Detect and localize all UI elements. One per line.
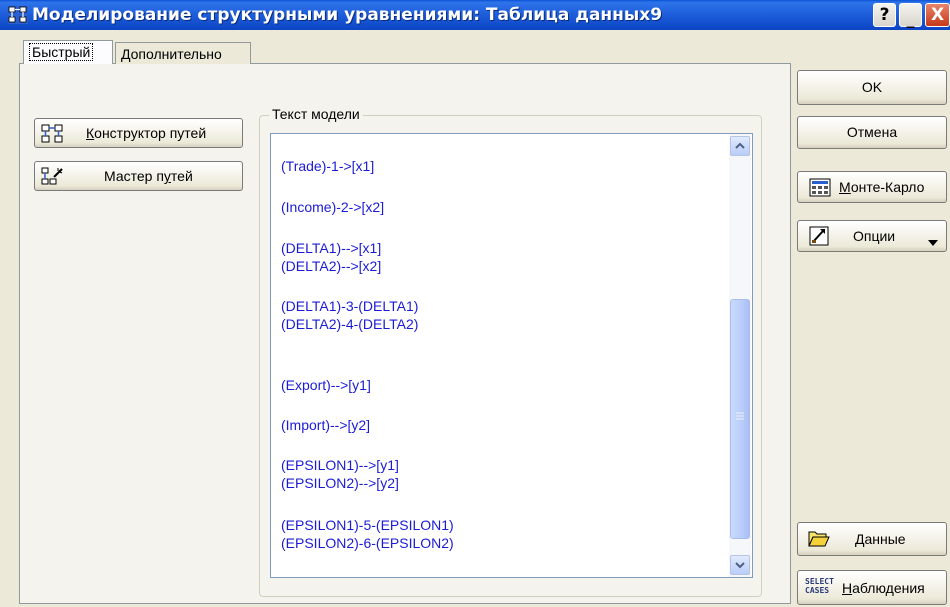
vertical-scrollbar[interactable]	[729, 134, 751, 577]
data-button[interactable]: Данные	[797, 522, 947, 556]
path-wizard-icon	[41, 167, 63, 187]
options-icon	[809, 226, 829, 249]
open-folder-icon	[808, 528, 830, 551]
model-line: (Export)-->[y1]	[281, 377, 371, 393]
cancel-label: Отмена	[846, 124, 898, 140]
monte-carlo-label: Монте-Карло	[839, 179, 925, 195]
app-icon	[8, 6, 28, 24]
tab-quick[interactable]: Быстрый	[23, 40, 113, 64]
model-line: (EPSILON1)-->[y1]	[281, 457, 399, 473]
close-icon: X	[930, 5, 945, 25]
ok-button[interactable]: OK	[797, 70, 947, 105]
model-line: (Import)-->[y2]	[281, 417, 371, 433]
close-button[interactable]: X	[925, 3, 950, 27]
minimize-button[interactable]: _	[899, 3, 922, 28]
model-line: (DELTA2)-->[x2]	[281, 258, 382, 274]
cancel-button[interactable]: Отмена	[797, 116, 947, 149]
scroll-down-button[interactable]	[730, 555, 750, 575]
model-line: (EPSILON1)-5-(EPSILON1)	[281, 517, 454, 533]
path-wizard-label: Мастер путей	[104, 168, 193, 184]
path-constructor-label: Конструктор путей	[86, 125, 207, 141]
title-bar[interactable]: Моделирование структурными уравнениями: …	[0, 0, 950, 30]
sem-dialog-window: Моделирование структурными уравнениями: …	[0, 0, 950, 607]
model-line: (DELTA2)-4-(DELTA2)	[281, 316, 419, 332]
window-title: Моделирование структурными уравнениями: …	[32, 5, 663, 25]
tab-advanced[interactable]: Дополнительно	[115, 42, 251, 64]
cases-button[interactable]: SELECT CASES Наблюдения	[797, 570, 947, 605]
model-text-group-label: Текст модели	[269, 106, 363, 122]
tab-advanced-label: Дополнительно	[121, 46, 222, 62]
minimize-icon: _	[906, 9, 915, 28]
scroll-up-icon	[735, 142, 745, 149]
tab-quick-label: Быстрый	[29, 43, 94, 61]
model-line: (DELTA1)-->[x1]	[281, 240, 382, 256]
options-button[interactable]: Опции	[797, 220, 947, 252]
model-line: (EPSILON2)-6-(EPSILON2)	[281, 535, 454, 551]
path-constructor-button[interactable]: Конструктор путей	[34, 118, 243, 148]
scroll-up-button[interactable]	[730, 136, 750, 156]
options-label: Опции	[853, 228, 896, 244]
ok-label: OK	[861, 79, 883, 95]
scroll-down-icon	[735, 562, 745, 569]
model-line: (Income)-2->[x2]	[281, 199, 385, 215]
model-line: (EPSILON2)-->[y2]	[281, 475, 399, 491]
calculator-icon	[809, 178, 831, 200]
model-line: (Trade)-1->[x1]	[281, 158, 375, 174]
monte-carlo-button[interactable]: Монте-Карло	[797, 171, 947, 203]
scroll-grip-icon	[736, 412, 744, 420]
path-wizard-button[interactable]: Мастер путей	[34, 161, 243, 191]
select-cases-icon: SELECT CASES	[805, 577, 834, 595]
data-label: Данные	[855, 531, 906, 547]
scroll-thumb[interactable]	[730, 299, 750, 539]
path-diagram-icon	[41, 124, 63, 144]
cases-label: Наблюдения	[842, 580, 925, 596]
model-line: (DELTA1)-3-(DELTA1)	[281, 298, 419, 314]
model-text-editor[interactable]: (Trade)-1->[x1] (Income)-2->[x2] (DELTA1…	[270, 133, 753, 578]
help-button[interactable]: ?	[873, 3, 896, 27]
dropdown-arrow-icon	[928, 233, 938, 249]
